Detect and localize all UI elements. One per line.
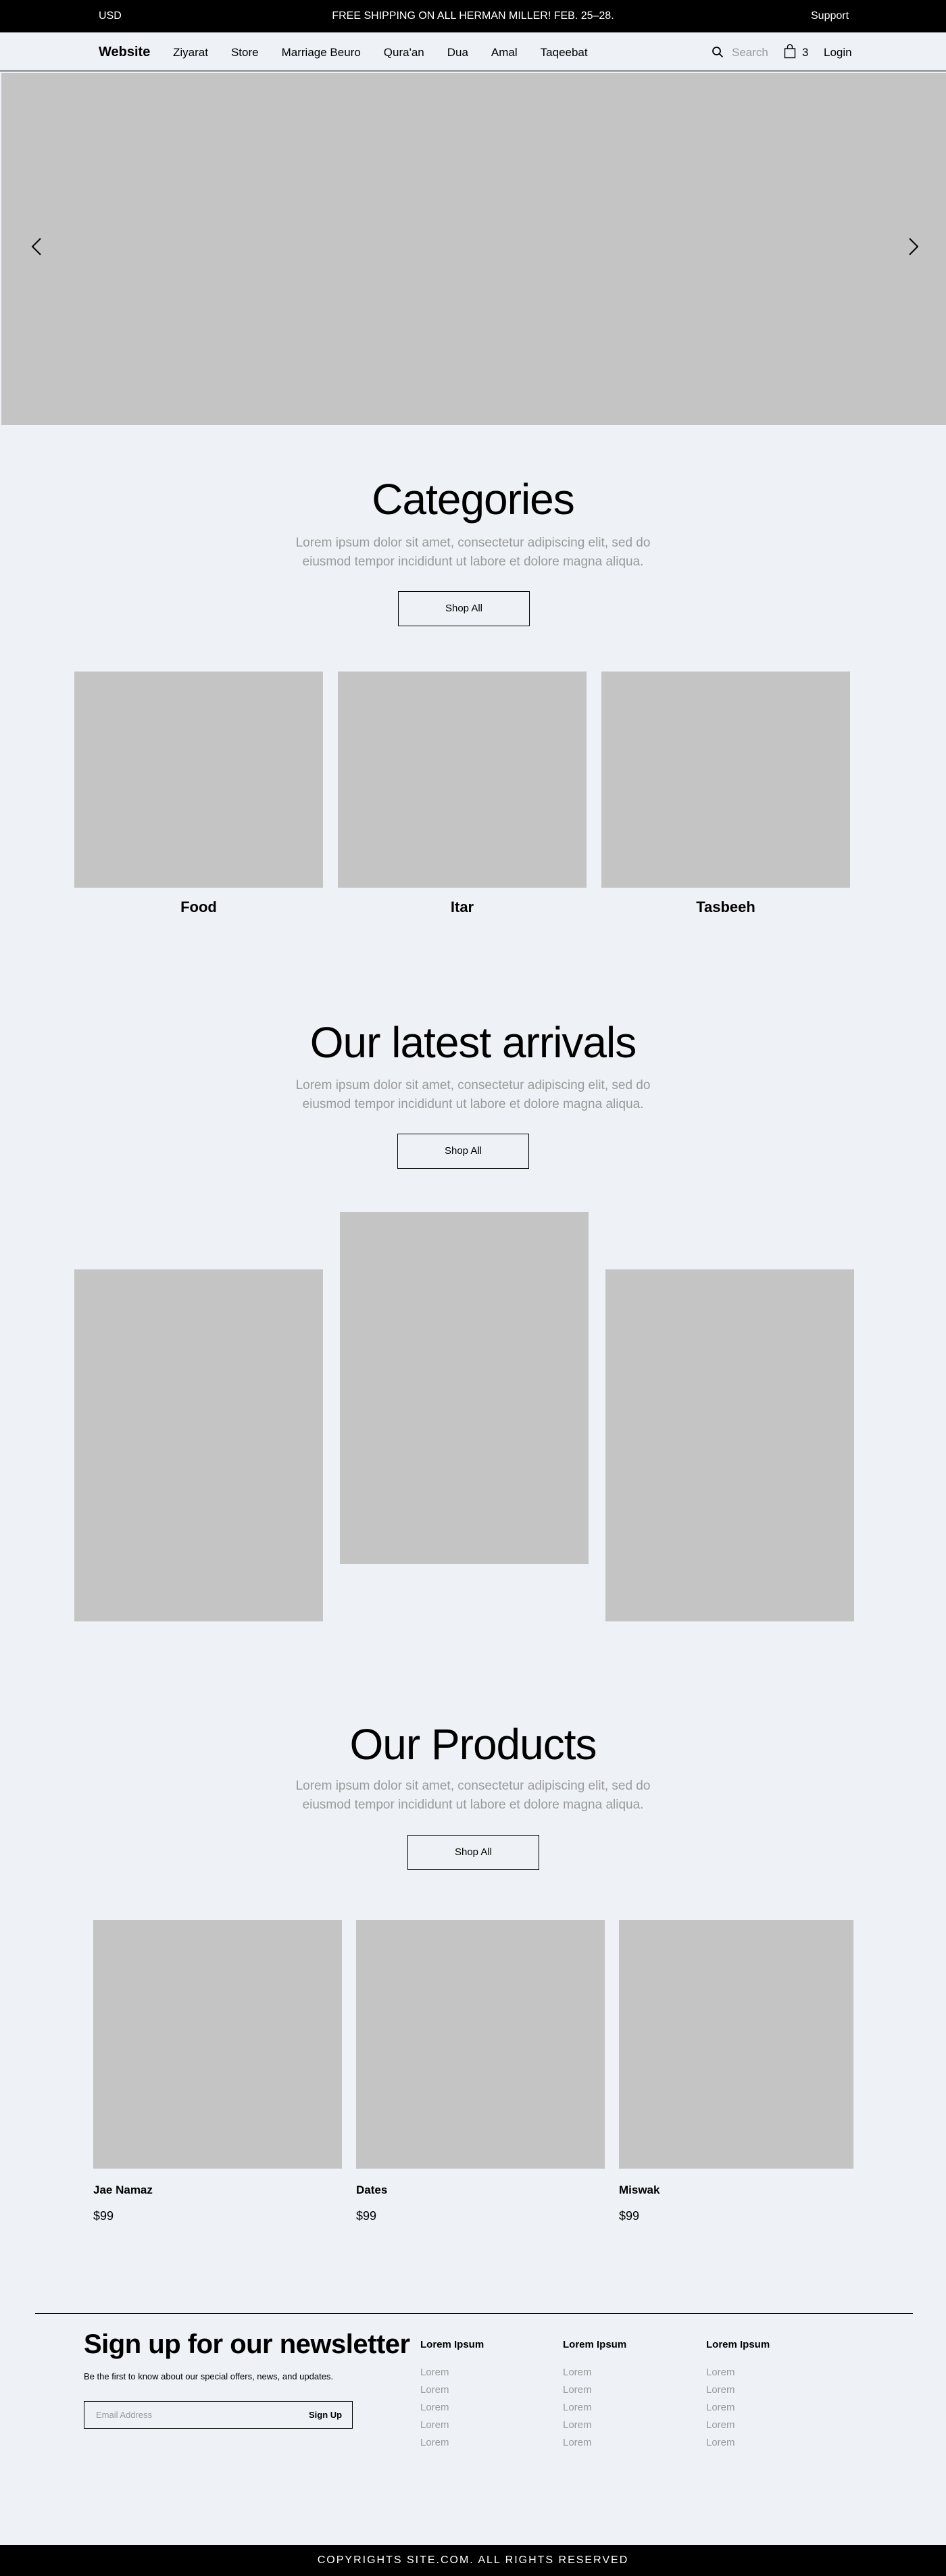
sign-up-button[interactable]: Sign Up bbox=[309, 2410, 342, 2420]
arrivals-title: Our latest arrivals bbox=[309, 1018, 637, 1067]
footer-link[interactable]: Lorem bbox=[706, 2384, 828, 2402]
search-icon[interactable] bbox=[712, 46, 724, 58]
categories-title: Categories bbox=[372, 475, 575, 524]
search-input[interactable]: Search bbox=[732, 46, 768, 59]
products-title: Our Products bbox=[349, 1720, 597, 1769]
nav-item-ziyarat[interactable]: Ziyarat bbox=[173, 46, 208, 59]
newsletter-title: Sign up for our newsletter bbox=[84, 2329, 410, 2359]
footer-link[interactable]: Lorem bbox=[706, 2367, 828, 2384]
product-price-dates: $99 bbox=[356, 2209, 377, 2223]
promo-text: FREE SHIPPING ON ALL HERMAN MILLER! FEB.… bbox=[332, 10, 614, 22]
category-label-tasbeeh[interactable]: Tasbeeh bbox=[601, 899, 850, 916]
arrival-image-2[interactable] bbox=[340, 1212, 589, 1564]
footer-link[interactable]: Lorem bbox=[563, 2384, 684, 2402]
hero-carousel-image bbox=[1, 73, 946, 425]
category-image-tasbeeh[interactable] bbox=[601, 672, 850, 888]
product-image-jae-namaz[interactable] bbox=[93, 1920, 342, 2169]
nav-item-taqeebat[interactable]: Taqeebat bbox=[541, 46, 588, 59]
arrival-image-1[interactable] bbox=[74, 1269, 323, 1621]
shopping-bag-icon[interactable] bbox=[784, 44, 796, 59]
footer-link[interactable]: Lorem bbox=[563, 2419, 684, 2437]
footer-column-1: Lorem Ipsum Lorem Lorem Lorem Lorem Lore… bbox=[420, 2339, 542, 2454]
nav-menu: Ziyarat Store Marriage Beuro Qura'an Dua… bbox=[173, 46, 611, 59]
product-price-jae-namaz: $99 bbox=[93, 2209, 114, 2223]
footer-link[interactable]: Lorem bbox=[420, 2384, 542, 2402]
footer-column-heading: Lorem Ipsum bbox=[563, 2339, 627, 2350]
footer-link[interactable]: Lorem bbox=[563, 2402, 684, 2419]
cart-count: 3 bbox=[802, 46, 809, 59]
brand-logo[interactable]: Website bbox=[99, 45, 150, 60]
main-nav: Website Ziyarat Store Marriage Beuro Qur… bbox=[0, 32, 946, 72]
footer-link[interactable]: Lorem bbox=[706, 2419, 828, 2437]
arrivals-shop-all-button[interactable]: Shop All bbox=[397, 1134, 529, 1169]
footer-link[interactable]: Lorem bbox=[563, 2437, 684, 2454]
arrivals-description: Lorem ipsum dolor sit amet, consectetur … bbox=[295, 1078, 651, 1111]
product-name-dates[interactable]: Dates bbox=[356, 2183, 387, 2197]
footer-link[interactable]: Lorem bbox=[706, 2437, 828, 2454]
announcement-bar: USD FREE SHIPPING ON ALL HERMAN MILLER! … bbox=[0, 0, 946, 32]
nav-item-amal[interactable]: Amal bbox=[491, 46, 518, 59]
chevron-left-icon[interactable] bbox=[27, 236, 47, 257]
footer-link[interactable]: Lorem bbox=[706, 2402, 828, 2419]
nav-item-store[interactable]: Store bbox=[231, 46, 259, 59]
nav-item-quraan[interactable]: Qura'an bbox=[384, 46, 424, 59]
footer-link[interactable]: Lorem bbox=[420, 2419, 542, 2437]
categories-shop-all-button[interactable]: Shop All bbox=[398, 591, 530, 626]
category-image-itar[interactable] bbox=[338, 672, 587, 888]
footer-link[interactable]: Lorem bbox=[420, 2367, 542, 2384]
email-field[interactable]: Email Address bbox=[96, 2410, 152, 2420]
footer-link[interactable]: Lorem bbox=[420, 2402, 542, 2419]
product-name-miswak[interactable]: Miswak bbox=[619, 2183, 659, 2197]
products-shop-all-button[interactable]: Shop All bbox=[407, 1835, 539, 1870]
categories-description: Lorem ipsum dolor sit amet, consectetur … bbox=[295, 536, 651, 569]
footer-column-heading: Lorem Ipsum bbox=[706, 2339, 770, 2350]
footer-column-3: Lorem Ipsum Lorem Lorem Lorem Lorem Lore… bbox=[706, 2339, 828, 2454]
newsletter-form: Email Address Sign Up bbox=[84, 2401, 353, 2429]
newsletter-subtitle: Be the first to know about our special o… bbox=[84, 2371, 334, 2381]
footer-divider bbox=[35, 2313, 913, 2314]
footer-column-2: Lorem Ipsum Lorem Lorem Lorem Lorem Lore… bbox=[563, 2339, 684, 2454]
login-link[interactable]: Login bbox=[824, 46, 852, 59]
nav-item-dua[interactable]: Dua bbox=[447, 46, 468, 59]
product-image-miswak[interactable] bbox=[619, 1920, 853, 2169]
nav-item-marriage-beuro[interactable]: Marriage Beuro bbox=[282, 46, 361, 59]
footer-link[interactable]: Lorem bbox=[563, 2367, 684, 2384]
support-link[interactable]: Support bbox=[811, 10, 849, 22]
product-name-jae-namaz[interactable]: Jae Namaz bbox=[93, 2183, 153, 2197]
category-label-food[interactable]: Food bbox=[74, 899, 323, 916]
products-description: Lorem ipsum dolor sit amet, consectetur … bbox=[295, 1779, 651, 1812]
footer-link[interactable]: Lorem bbox=[420, 2437, 542, 2454]
footer-column-heading: Lorem Ipsum bbox=[420, 2339, 484, 2350]
product-image-dates[interactable] bbox=[356, 1920, 605, 2169]
arrival-image-3[interactable] bbox=[605, 1269, 854, 1621]
category-label-itar[interactable]: Itar bbox=[338, 899, 587, 916]
category-image-food[interactable] bbox=[74, 672, 323, 888]
product-price-miswak: $99 bbox=[619, 2209, 640, 2223]
copyright-bar: COPYRIGHTS SITE.COM. ALL RIGHTS RESERVED bbox=[0, 2545, 946, 2576]
chevron-right-icon[interactable] bbox=[903, 236, 923, 257]
